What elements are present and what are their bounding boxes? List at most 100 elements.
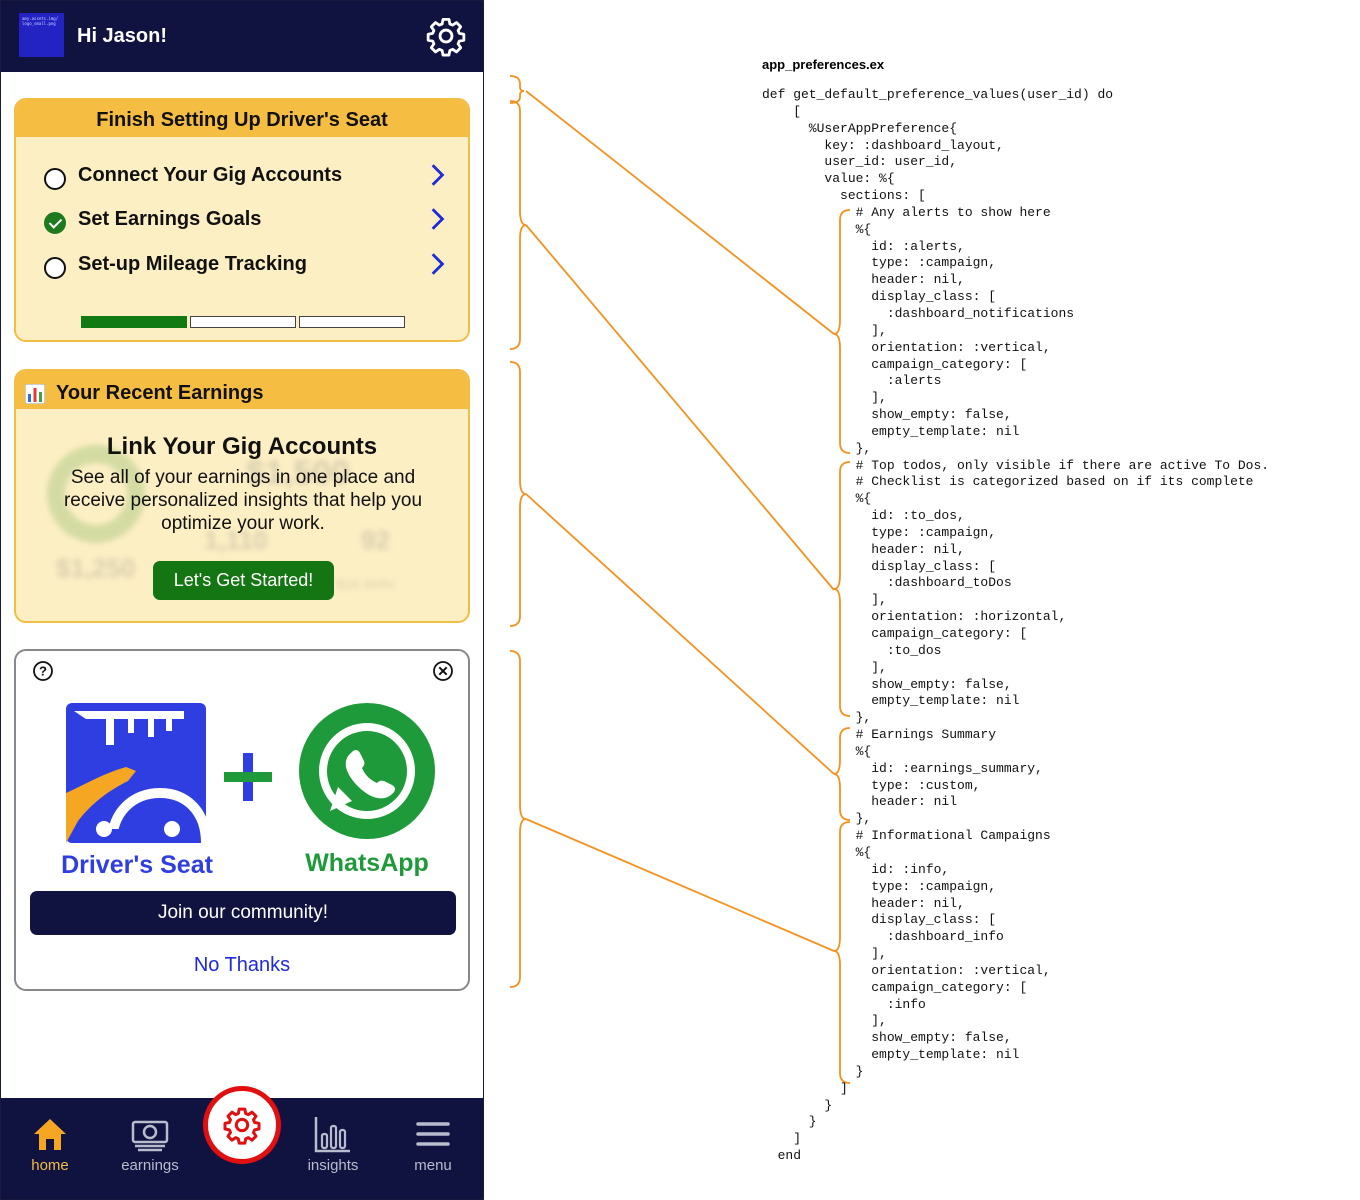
bar-chart-icon [314, 1117, 350, 1153]
setup-checklist-card: Finish Setting Up Driver's Seat Connect … [14, 98, 470, 342]
code-listing: def get_default_preference_values(user_i… [762, 87, 1269, 1165]
code-line: header: nil, [762, 895, 965, 911]
code-line: id: :earnings_summary, [762, 760, 1043, 776]
cash-icon [131, 1120, 169, 1152]
code-line: %{ [762, 491, 872, 507]
nav-label: insights [307, 1157, 359, 1174]
code-line: :dashboard_toDos [762, 575, 1012, 591]
nav-label: home [31, 1157, 69, 1174]
task-label: Connect Your Gig Accounts [78, 164, 343, 186]
community-campaign-card: ? Driver's Seat WhatsApp Join our commun… [14, 649, 470, 991]
whatsapp-logo-text: WhatsApp [305, 849, 429, 877]
nav-item-menu[interactable]: menu [388, 1098, 478, 1199]
blurred-value-4: $16.30/hr [336, 576, 395, 592]
code-line: orientation: :vertical, [762, 339, 1051, 355]
code-line: type: :campaign, [762, 878, 997, 894]
code-line: empty_template: nil [762, 1047, 1020, 1063]
code-line: # Checklist is categorized based on if i… [762, 474, 1254, 490]
code-line: type: :campaign, [762, 524, 997, 540]
code-line: display_class: [ [762, 558, 997, 574]
phone-screen: amy.assets.img/ logo_small.png Hi Jason!… [0, 0, 484, 1200]
join-community-button[interactable]: Join our community! [30, 891, 456, 935]
code-line: # Top todos, only visible if there are a… [762, 457, 1270, 473]
code-line: }, [762, 710, 872, 726]
bar-chart-emoji-icon [25, 384, 45, 404]
code-line: value: %{ [762, 171, 895, 187]
code-line: ], [762, 390, 887, 406]
drivers-seat-logo-text: Driver's Seat [61, 851, 214, 879]
code-line: ] [762, 1131, 802, 1147]
code-line: %{ [762, 743, 872, 759]
code-filename: app_preferences.ex [762, 57, 885, 72]
whatsapp-logo: WhatsApp [299, 703, 435, 877]
blurred-value-1: $1,250 [56, 553, 136, 583]
center-settings-button[interactable] [203, 1086, 281, 1164]
help-question-icon[interactable]: ? [32, 660, 54, 682]
code-line: end [762, 1148, 802, 1164]
no-thanks-link[interactable]: No Thanks [16, 954, 468, 977]
chevron-right-icon [431, 253, 445, 275]
task-complete-check-icon [44, 212, 66, 234]
code-line: # Any alerts to show here [762, 204, 1051, 220]
nav-label: menu [414, 1157, 452, 1174]
code-line: type: :custom, [762, 777, 981, 793]
code-line: ], [762, 659, 887, 675]
task-label: Set Earnings Goals [78, 208, 262, 230]
code-line: id: :info, [762, 861, 950, 877]
code-line: display_class: [ [762, 289, 997, 305]
code-line: header: nil [762, 794, 958, 810]
settings-gear-icon[interactable] [425, 15, 467, 57]
code-line: show_empty: false, [762, 676, 1012, 692]
task-label: Set-up Mileage Tracking [78, 253, 307, 275]
recent-earnings-card: Your Recent Earnings $1,500 $1,250 1,110… [14, 369, 470, 623]
code-line: campaign_category: [ [762, 626, 1028, 641]
code-line: empty_template: nil [762, 423, 1020, 439]
code-line: empty_template: nil [762, 693, 1020, 709]
code-line: }, [762, 811, 872, 827]
task-connect-gig-accounts[interactable]: Connect Your Gig Accounts [44, 160, 445, 190]
code-line: :info [762, 996, 926, 1012]
bracket-info [509, 650, 527, 988]
greeting-text: Hi Jason! [77, 25, 168, 47]
top-app-bar: amy.assets.img/ logo_small.png Hi Jason! [1, 1, 483, 72]
task-status-circle [44, 168, 66, 190]
task-set-earnings-goals[interactable]: Set Earnings Goals [44, 204, 445, 234]
code-line: ] [762, 1080, 848, 1096]
close-icon[interactable] [432, 660, 454, 682]
code-line: key: :dashboard_layout, [762, 137, 1004, 153]
nav-label: earnings [121, 1157, 179, 1174]
code-line: ], [762, 322, 887, 338]
task-status-circle [44, 257, 66, 279]
home-icon [34, 1119, 66, 1150]
code-line: orientation: :vertical, [762, 962, 1051, 978]
nav-item-home[interactable]: home [5, 1098, 95, 1199]
gear-icon [223, 1107, 261, 1145]
earnings-card-description: See all of your earnings in one place an… [63, 467, 423, 534]
code-line: } [762, 1063, 864, 1079]
code-line: :to_dos [762, 642, 942, 658]
code-line: orientation: :horizontal, [762, 609, 1067, 625]
nav-item-insights[interactable]: insights [288, 1098, 378, 1199]
code-line: display_class: [ [762, 912, 997, 928]
bracket-todos [509, 100, 527, 350]
get-started-button[interactable]: Let's Get Started! [153, 561, 334, 600]
task-mileage-tracking[interactable]: Set-up Mileage Tracking [44, 249, 445, 279]
code-line: ], [762, 592, 887, 608]
svg-text:?: ? [39, 664, 47, 679]
nav-item-earnings[interactable]: earnings [105, 1098, 195, 1199]
code-line: sections: [ [762, 188, 926, 204]
app-logo: amy.assets.img/ logo_small.png [19, 13, 64, 57]
code-line: :dashboard_info [762, 929, 1004, 945]
code-line: show_empty: false, [762, 1030, 1012, 1046]
code-line: :alerts [762, 373, 942, 389]
earnings-card-heading: Link Your Gig Accounts [106, 433, 378, 460]
code-line: user_id: user_id, [762, 154, 958, 170]
code-line: type: :campaign, [762, 255, 997, 271]
code-line: :dashboard_notifications [762, 305, 1075, 321]
plus-icon [224, 753, 272, 801]
earnings-card-title: Your Recent Earnings [56, 382, 264, 404]
bracket-alerts [509, 75, 525, 104]
code-line: show_empty: false, [762, 407, 1012, 423]
code-line: } [762, 1097, 833, 1113]
code-line: def get_default_preference_values(user_i… [762, 87, 1114, 102]
